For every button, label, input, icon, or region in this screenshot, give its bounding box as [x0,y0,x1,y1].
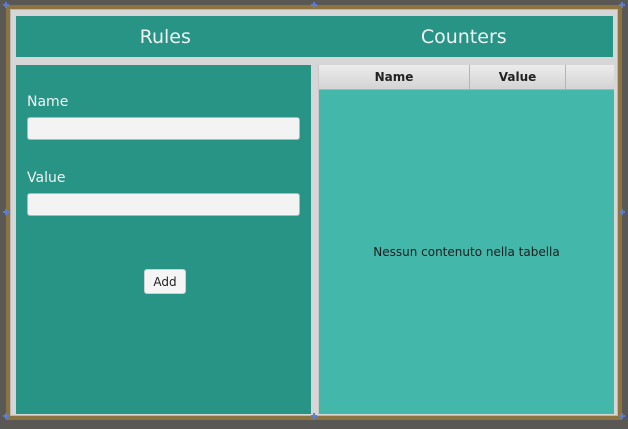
corner-marker [619,2,625,8]
value-label: Value [27,170,66,186]
window-frame: Rules Counters Name Value Add Name Value… [6,5,622,420]
column-header-name[interactable]: Name [319,65,470,89]
edge-marker [3,209,9,215]
edge-marker [619,209,625,215]
add-button[interactable]: Add [144,269,186,294]
edge-marker [311,2,317,8]
value-input[interactable] [27,193,300,216]
edge-marker [311,413,317,419]
corner-marker [619,413,625,419]
column-header-filler [566,65,614,89]
name-input[interactable] [27,117,300,140]
tab-counters[interactable]: Counters [315,16,614,57]
app-window: Rules Counters Name Value Add Name Value… [10,9,618,416]
rules-form-panel: Name Value Add [16,65,311,414]
column-header-value[interactable]: Value [470,65,566,89]
counters-table: Name Value Nessun contenuto nella tabell… [318,65,614,414]
tab-header: Rules Counters [16,16,613,57]
name-label: Name [27,94,69,110]
tab-rules[interactable]: Rules [16,16,315,57]
corner-marker [3,2,9,8]
table-header: Name Value [319,65,614,90]
corner-marker [3,413,9,419]
table-empty-message: Nessun contenuto nella tabella [373,244,560,259]
